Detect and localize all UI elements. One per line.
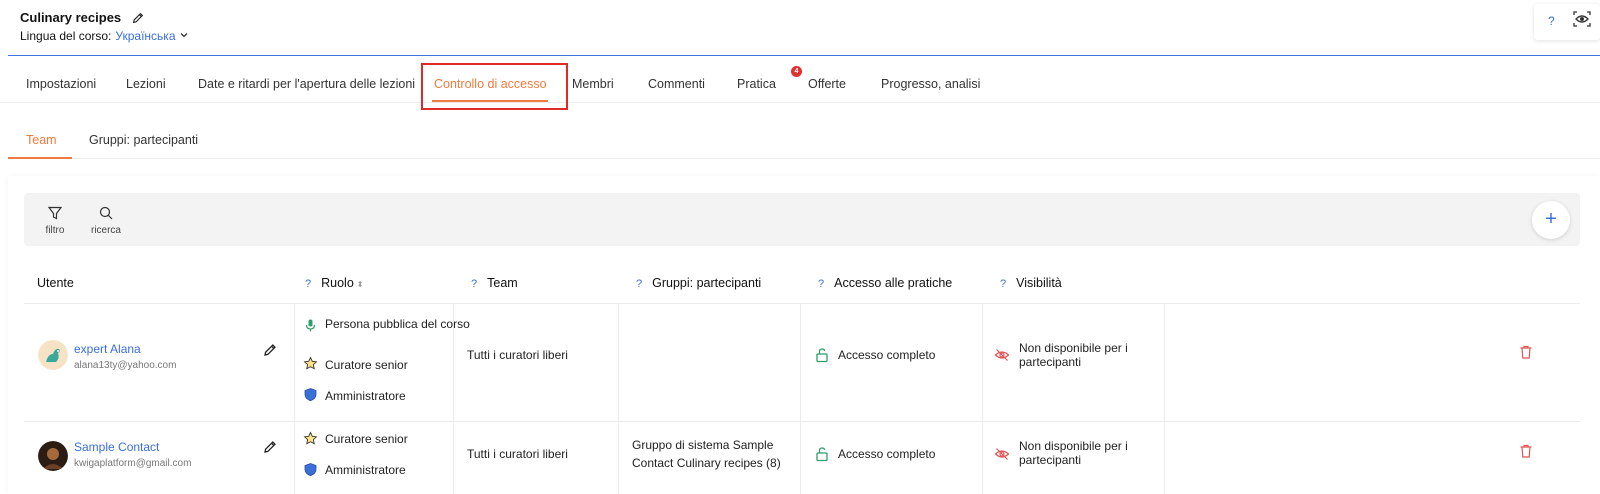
table-header: Utente ? Ruolo ⬍ ? Team ? Gruppi: partecipan… [24, 264, 1580, 304]
star-icon [303, 431, 318, 445]
column-divider [453, 422, 454, 494]
access-cell: Accesso completo [838, 348, 936, 362]
unlocked-icon [816, 348, 828, 363]
shield-icon [304, 388, 317, 402]
filter-label: filtro [45, 225, 65, 236]
help-icon[interactable]: ? [471, 278, 477, 290]
column-divider [1164, 422, 1165, 494]
language-label: Lingua del corso: [20, 29, 112, 43]
column-divider [982, 422, 983, 494]
trash-icon[interactable] [1518, 344, 1534, 360]
column-team: ? Team [471, 276, 518, 290]
tab-members[interactable]: Membri [572, 77, 614, 91]
tab-comments[interactable]: Commenti [648, 77, 705, 91]
table-toolbar: filtro ricerca [24, 193, 1580, 246]
filter-button[interactable]: filtro [40, 205, 70, 236]
column-visibility: ? Visibilità [1000, 276, 1062, 290]
tab-progress-analytics[interactable]: Progresso, analisi [881, 77, 980, 91]
search-icon [99, 206, 113, 220]
visibility-cell: Non disponibile per i partecipanti [1019, 439, 1128, 467]
role-senior-curator: Curatore senior [325, 432, 408, 446]
role-administrator: Amministratore [325, 389, 406, 403]
visibility-cell: Non disponibile per i partecipanti [1019, 341, 1128, 369]
header-divider [8, 55, 1600, 56]
groups-cell: Gruppo di sistema Sample Contact Culinar… [632, 438, 781, 470]
column-divider [618, 304, 619, 421]
practice-badge: 4 [791, 66, 802, 77]
tab-lessons[interactable]: Lezioni [126, 77, 166, 91]
sort-icon[interactable]: ⬍ [357, 280, 364, 289]
course-header: Culinary recipes Lingua del corso: Україн… [0, 0, 1600, 58]
table-row: Sample Contact kwigaplatform@gmail.com C… [24, 422, 1580, 494]
user-email: kwigaplatform@gmail.com [74, 458, 192, 469]
column-divider [294, 422, 295, 494]
access-cell: Accesso completo [838, 447, 936, 461]
user-email: alana13ty@yahoo.com [74, 360, 177, 371]
column-divider [982, 304, 983, 421]
column-divider [294, 304, 295, 421]
eye-off-icon [994, 349, 1010, 361]
course-language: Lingua del corso: Українська [20, 29, 189, 43]
table-row: expert Alana alana13ty@yahoo.com Persona… [24, 304, 1580, 422]
team-cell: Tutti i curatori liberi [467, 447, 568, 461]
user-name-link[interactable]: Sample Contact [74, 440, 159, 454]
search-label: ricerca [90, 225, 121, 236]
help-icon[interactable]: ? [818, 278, 824, 290]
team-cell: Tutti i curatori liberi [467, 348, 568, 362]
column-divider [1164, 304, 1165, 421]
filter-icon [47, 206, 63, 220]
tab-offers[interactable]: Offerte [808, 77, 846, 91]
column-user: Utente [37, 276, 74, 290]
avatar [38, 441, 68, 471]
help-button[interactable]: ? [1548, 14, 1555, 28]
user-name-link[interactable]: expert Alana [74, 342, 141, 356]
star-icon [303, 356, 318, 370]
role-senior-curator: Curatore senior [325, 358, 408, 372]
shield-icon [304, 463, 317, 477]
language-select[interactable]: Українська [115, 29, 175, 43]
column-groups: ? Gruppi: partecipanti [636, 276, 762, 290]
search-button[interactable]: ricerca [88, 205, 124, 236]
edit-title-icon[interactable] [131, 11, 145, 25]
role-public-persona: Persona pubblica del corso [325, 317, 470, 331]
access-subtabs: Team Gruppi: partecipanti [8, 120, 1600, 159]
microphone-icon [305, 319, 316, 332]
eye-off-icon [994, 448, 1010, 460]
role-administrator: Amministratore [325, 463, 406, 477]
trash-icon[interactable] [1518, 443, 1534, 459]
column-access: ? Accesso alle pratiche [818, 276, 953, 290]
edit-pencil-icon[interactable] [262, 342, 278, 358]
chevron-down-icon[interactable] [179, 30, 189, 40]
column-divider [800, 304, 801, 421]
column-role[interactable]: ? Ruolo ⬍ [305, 276, 364, 290]
top-actions: ? [1534, 4, 1600, 40]
tab-lesson-dates[interactable]: Date e ritardi per l'apertura delle lezi… [198, 77, 415, 91]
edit-pencil-icon[interactable] [262, 439, 278, 455]
subtab-participant-groups[interactable]: Gruppi: partecipanti [89, 133, 198, 147]
help-icon[interactable]: ? [636, 278, 642, 290]
highlight-box [421, 63, 568, 110]
add-member-button[interactable]: + [1532, 201, 1570, 239]
help-icon[interactable]: ? [1000, 278, 1006, 290]
course-title: Culinary recipes [20, 10, 122, 25]
preview-eye-icon[interactable] [1572, 9, 1592, 29]
tab-practice[interactable]: Pratica [737, 77, 776, 91]
help-icon[interactable]: ? [305, 278, 311, 290]
active-subtab-indicator [8, 157, 72, 159]
unlocked-icon [816, 447, 828, 462]
avatar [38, 340, 68, 370]
column-divider [618, 422, 619, 494]
tab-settings[interactable]: Impostazioni [26, 77, 96, 91]
subtab-team[interactable]: Team [26, 133, 57, 147]
